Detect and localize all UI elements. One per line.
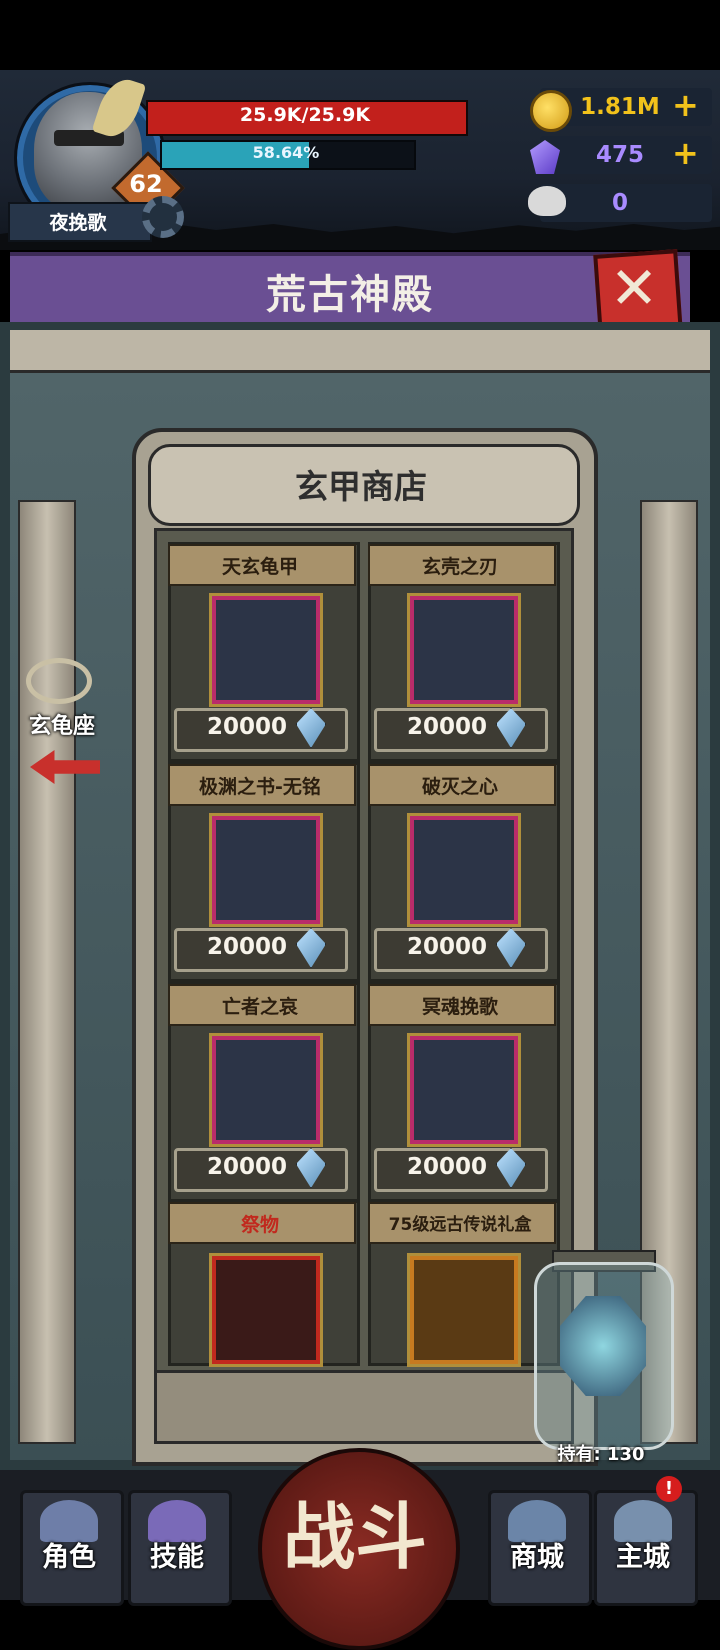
battle-label[interactable]: 战斗 (258, 1478, 452, 1583)
scythe-green-icon (410, 1036, 518, 1144)
gold-value: 1.81M (580, 94, 660, 120)
nav-store-label: 商城 (510, 1542, 564, 1573)
turtle-shell-icon (212, 596, 320, 704)
ram-skull-icon (212, 1256, 320, 1364)
xp-text: 58.64% (252, 143, 320, 162)
item-name: 75级远古传说礼盒 (388, 1215, 532, 1235)
item-name: 亡者之哀 (221, 996, 298, 1018)
close-icon[interactable]: ✕ (596, 254, 672, 322)
gear-icon[interactable] (142, 196, 184, 238)
left-pillar (18, 500, 76, 1444)
item-name: 玄壳之刃 (421, 556, 498, 578)
crystal-icon (560, 1296, 646, 1396)
offerings-value: 0 (611, 190, 628, 216)
treasure-chest-icon (410, 1256, 518, 1364)
item-name: 冥魂挽歌 (421, 996, 498, 1018)
notification-badge: ! (656, 1476, 682, 1502)
shop-title: 玄甲商店 (295, 467, 427, 506)
add-gold-button[interactable]: + (672, 86, 699, 124)
greek-key-frieze (154, 1370, 574, 1444)
add-gems-button[interactable]: + (672, 134, 699, 172)
nav-skill-label: 技能 (150, 1542, 204, 1573)
top-black-bar (0, 0, 720, 70)
side-nav-label[interactable]: 玄龟座 (14, 708, 110, 740)
holdings-text: 持有: 130 (557, 1444, 645, 1465)
item-name: 极渊之书-无铭 (199, 776, 321, 798)
page-title: 荒古神殿 (266, 272, 434, 318)
item-name: 破灭之心 (421, 776, 498, 798)
scythe-red-icon (212, 1036, 320, 1144)
temple-lintel (10, 330, 710, 373)
nav-role-label: 角色 (42, 1542, 96, 1573)
item-name: 天玄龟甲 (221, 556, 298, 578)
hp-text: 25.9K/25.9K (239, 104, 371, 126)
thorn-heart-icon (410, 816, 518, 924)
shell-blade-icon (410, 596, 518, 704)
nav-main-city-label: 主城 (616, 1542, 670, 1573)
player-name: 夜挽歌 (49, 212, 107, 234)
scroll-book-icon (212, 816, 320, 924)
gems-value: 475 (595, 142, 644, 168)
level-text: 62 (129, 170, 163, 198)
item-name: 祭物 (240, 1214, 279, 1236)
turtle-constellation-icon[interactable] (26, 658, 92, 704)
